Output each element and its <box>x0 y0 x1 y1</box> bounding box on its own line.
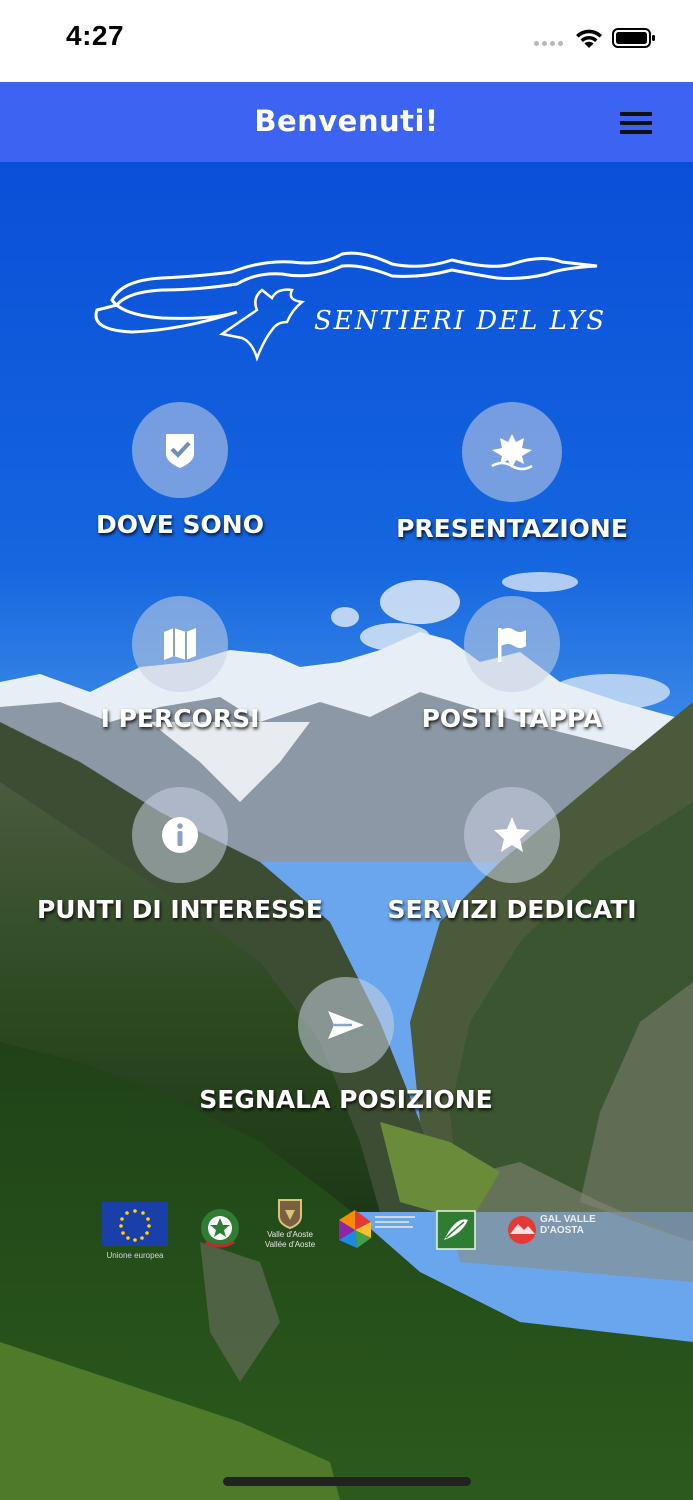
punti-di-interesse-circle[interactable] <box>132 787 228 883</box>
segnala-posizione-button[interactable]: SEGNALA POSIZIONE <box>196 977 496 1114</box>
eu-caption: Unione europea <box>106 1251 164 1260</box>
feasr-logo <box>335 1206 419 1256</box>
leader-logo <box>436 1210 476 1254</box>
gal-caption: GAL VALLE D'AOSTA <box>540 1214 596 1236</box>
leaf-icon <box>491 434 533 471</box>
dove-sono-button[interactable]: DOVE SONO <box>30 402 330 539</box>
vda-caption-2: Vallée d'Aoste <box>264 1240 316 1249</box>
dove-sono-circle[interactable] <box>132 402 228 498</box>
page-title: Benvenuti! <box>254 104 439 138</box>
punti-di-interesse-label: PUNTI DI INTERESSE <box>36 895 323 924</box>
presentazione-label: PRESENTAZIONE <box>396 514 628 543</box>
logo-text: SENTIERI DEL LYS <box>314 306 607 336</box>
posti-tappa-label: POSTI TAPPA <box>421 704 603 733</box>
map-icon <box>164 628 196 660</box>
segnala-posizione-label: SEGNALA POSIZIONE <box>199 1085 493 1114</box>
i-percorsi-button[interactable]: I PERCORSI <box>30 596 330 733</box>
signal-icon <box>534 41 568 47</box>
presentazione-button[interactable]: PRESENTAZIONE <box>362 402 662 543</box>
flag-icon <box>498 628 526 662</box>
valle-daosta-logo: Valle d'Aoste Vallée d'Aoste <box>260 1196 320 1250</box>
status-bar: 4:27 <box>0 0 693 82</box>
wifi-icon <box>576 29 602 48</box>
italian-republic-emblem-logo <box>198 1206 242 1254</box>
header-bar: Benvenuti! <box>0 82 693 162</box>
servizi-dedicati-label: SERVIZI DEDICATI <box>387 895 637 924</box>
battery-icon <box>612 28 655 48</box>
vda-caption-1: Valle d'Aoste <box>267 1230 313 1239</box>
posti-tappa-button[interactable]: POSTI TAPPA <box>362 596 662 733</box>
servizi-dedicati-circle[interactable] <box>464 787 560 883</box>
info-icon <box>162 817 198 853</box>
i-percorsi-circle[interactable] <box>132 596 228 692</box>
hamburger-menu-icon[interactable] <box>618 108 656 138</box>
eu-flag-logo: Unione europea <box>102 1202 168 1260</box>
sponsor-logos: Unione europea Valle d'Aoste Vallée d'Ao… <box>100 1198 600 1268</box>
punti-di-interesse-button[interactable]: PUNTI DI INTERESSE <box>30 787 330 924</box>
dove-sono-label: DOVE SONO <box>96 510 264 539</box>
posti-tappa-circle[interactable] <box>464 596 560 692</box>
check-shield-icon <box>166 434 194 468</box>
segnala-posizione-circle[interactable] <box>298 977 394 1073</box>
status-time: 4:27 <box>66 20 125 51</box>
star-icon <box>494 817 530 852</box>
presentazione-circle[interactable] <box>462 402 562 502</box>
send-icon <box>328 1011 364 1039</box>
i-percorsi-label: I PERCORSI <box>100 704 260 733</box>
servizi-dedicati-button[interactable]: SERVIZI DEDICATI <box>362 787 662 924</box>
home-indicator[interactable] <box>223 1477 471 1486</box>
